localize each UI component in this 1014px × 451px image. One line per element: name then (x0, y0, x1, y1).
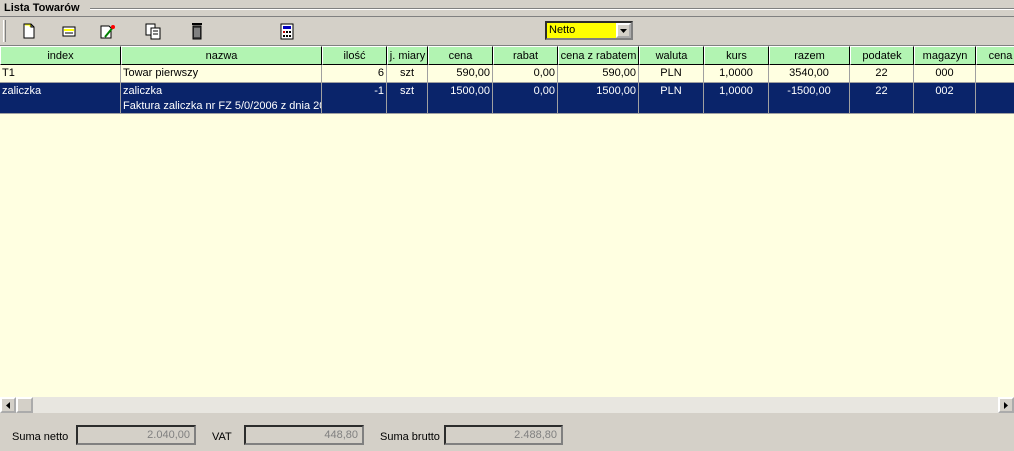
column-header-podatek[interactable]: podatek (850, 46, 914, 65)
column-header-index[interactable]: index (0, 46, 121, 65)
cell-jm: szt (387, 83, 428, 114)
brutto-field[interactable]: 2.488,80 (444, 425, 563, 445)
cell-rabat: 0,00 (493, 65, 558, 83)
chevron-down-icon[interactable] (616, 23, 631, 38)
cell-cena-z-rabatem: 1500,00 (558, 83, 639, 114)
edit-icon (62, 26, 76, 37)
scroll-right-button[interactable] (998, 397, 1014, 413)
cell-nazwa-line2: Faktura zaliczka nr FZ 5/0/2006 z dnia 2… (123, 100, 322, 112)
new-document-button[interactable] (18, 20, 40, 42)
cell-index: zaliczka (0, 83, 121, 114)
cell-ilosc: -1 (322, 83, 387, 114)
column-header-waluta[interactable]: waluta (639, 46, 704, 65)
table-header: index nazwa ilość j. miary cena rabat ce… (0, 46, 1014, 65)
column-header-jm[interactable]: j. miary (387, 46, 428, 65)
calculator-icon (280, 23, 294, 40)
cell-cena-z-rabatem: 590,00 (558, 65, 639, 83)
new-document-icon (23, 23, 35, 39)
arrow-left-icon (6, 401, 10, 409)
toolbar-grip[interactable] (3, 20, 6, 42)
copy-document-button[interactable] (142, 20, 164, 42)
price-mode-select[interactable]: Netto (545, 21, 633, 40)
column-header-rabat[interactable]: rabat (493, 46, 558, 65)
trash-icon (192, 23, 202, 40)
scrollbar-thumb[interactable] (16, 397, 33, 413)
edit-item-button[interactable] (97, 20, 119, 42)
cell-ilosc: 6 (322, 65, 387, 83)
cell-nazwa: zaliczka Faktura zaliczka nr FZ 5/0/2006… (121, 83, 322, 114)
netto-label: Suma netto (12, 431, 69, 443)
vat-field[interactable]: 448,80 (244, 425, 364, 445)
cell-rabat: 0,00 (493, 83, 558, 114)
column-header-cena-w[interactable]: cena w (976, 46, 1014, 65)
cell-razem: -1500,00 (769, 83, 850, 114)
arrow-right-icon (1004, 401, 1008, 409)
cell-magazyn: 002 (914, 83, 976, 114)
column-header-cena[interactable]: cena (428, 46, 493, 65)
cell-magazyn: 000 (914, 65, 976, 83)
items-table: index nazwa ilość j. miary cena rabat ce… (0, 45, 1014, 397)
cell-cena-w: 120 (976, 65, 1014, 83)
cell-cena-w: 0 (976, 83, 1014, 114)
horizontal-scrollbar[interactable] (0, 397, 1014, 413)
cell-kurs: 1,0000 (704, 83, 769, 114)
cell-podatek: 22 (850, 83, 914, 114)
scroll-left-button[interactable] (0, 397, 16, 413)
cell-nazwa: Towar pierwszy (121, 65, 322, 83)
column-header-ilosc[interactable]: ilość (322, 46, 387, 65)
column-header-magazyn[interactable]: magazyn (914, 46, 976, 65)
cell-podatek: 22 (850, 65, 914, 83)
delete-button[interactable] (186, 20, 208, 42)
edit-item-icon (100, 25, 115, 39)
column-header-cena-z-rabatem[interactable]: cena z rabatem (558, 46, 639, 65)
price-mode-value: Netto (549, 24, 576, 36)
column-header-razem[interactable]: razem (769, 46, 850, 65)
table-row[interactable]: T1 Towar pierwszy 6 szt 590,00 0,00 590,… (0, 65, 1014, 83)
table-row-selected[interactable]: zaliczka zaliczka Faktura zaliczka nr FZ… (0, 83, 1014, 114)
cell-nazwa-line1: zaliczka (123, 85, 163, 97)
title-divider (90, 8, 1014, 10)
cell-cena: 1500,00 (428, 83, 493, 114)
cell-jm: szt (387, 65, 428, 83)
toolbar (0, 16, 1014, 44)
vat-label: VAT (212, 431, 232, 443)
column-header-nazwa[interactable]: nazwa (121, 46, 322, 65)
cell-razem: 3540,00 (769, 65, 850, 83)
cell-cena: 590,00 (428, 65, 493, 83)
cell-kurs: 1,0000 (704, 65, 769, 83)
cell-waluta: PLN (639, 83, 704, 114)
cell-index: T1 (0, 65, 121, 83)
column-header-kurs[interactable]: kurs (704, 46, 769, 65)
cell-waluta: PLN (639, 65, 704, 83)
brutto-label: Suma brutto (380, 431, 440, 443)
netto-field[interactable]: 2.040,00 (76, 425, 196, 445)
calculate-button[interactable] (276, 20, 298, 42)
edit-button[interactable] (58, 20, 80, 42)
copy-document-icon (145, 23, 161, 40)
